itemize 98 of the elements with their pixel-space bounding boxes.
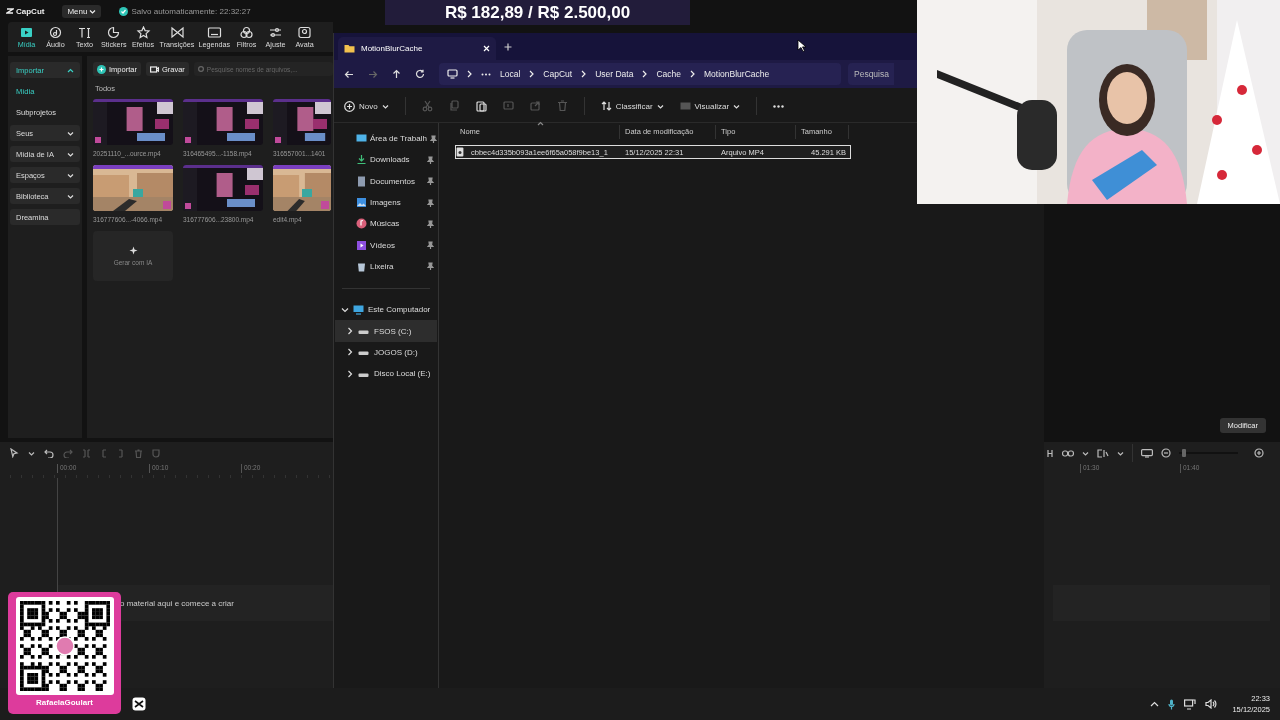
breadcrumb[interactable]: User Data [595,69,634,79]
caret-icon [733,103,741,109]
sort-button[interactable]: Classificar [600,101,664,111]
autosave-status: Salvo automaticamente: 22:32:27 [131,6,251,16]
address-bar[interactable]: Local CapCut User Data Cache MotionBlurCache [439,63,841,85]
image-icon [356,197,367,209]
view-button[interactable]: Visualizar [679,101,741,111]
sort-caret-icon [537,121,544,126]
tree-item[interactable]: Este Computador [334,299,438,321]
avatar-icon [297,25,313,39]
tree-item[interactable]: JOGOS (D:) [335,341,437,363]
channel-handle: RafaelaGoulart [36,698,93,707]
sticker-icon [106,25,122,39]
document-icon [356,175,367,187]
chevron-up-icon[interactable] [1150,701,1160,707]
explorer-tab[interactable]: MotionBlurCache [338,37,496,60]
filter-icon [239,25,255,39]
caret-icon [1082,450,1089,456]
sparkle-icon [128,246,138,255]
refresh-icon[interactable] [415,69,425,79]
breadcrumb[interactable]: CapCut [543,69,573,79]
sliders-icon [268,25,284,39]
captions-icon [206,25,222,39]
new-button[interactable]: Novo [344,100,389,112]
breadcrumb[interactable]: Cache [656,69,681,79]
back-icon[interactable] [344,69,354,79]
goal-banner: R$ 182,89 / R$ 2.500,00 [385,0,690,25]
nav-item[interactable]: Vídeos [334,234,438,256]
plus-icon [97,64,106,74]
split-icon[interactable] [1046,448,1054,458]
caret-icon [656,103,664,109]
network-icon[interactable] [1184,698,1197,710]
camera-icon [149,65,159,73]
nav-item[interactable]: Lixeira [334,255,438,278]
plus-circle-icon [344,100,355,112]
cursor-icon [797,39,806,52]
monitor-icon [353,304,364,315]
view-icon [679,102,691,110]
search-icon [197,66,204,72]
nav-item[interactable]: Downloads [334,149,438,171]
chevron-icon [529,70,535,78]
media-icon [19,25,34,39]
text-icon [77,25,92,39]
menu-button[interactable]: Menu [62,4,102,18]
sparkle-icon [135,25,151,39]
caret-icon[interactable] [28,450,35,456]
up-icon[interactable] [392,69,401,79]
close-icon[interactable] [483,45,490,52]
chevron-icon[interactable] [347,348,353,357]
caret-icon [1117,450,1124,456]
bowtie-icon [169,25,185,39]
breadcrumb[interactable]: MotionBlurCache [704,69,770,79]
video-file-icon [456,147,464,157]
computer-icon [447,69,458,79]
chevron-icon[interactable] [341,306,349,313]
more-icon[interactable] [481,72,491,76]
desktop-icon [356,133,367,145]
logo-icon [6,7,14,15]
clip-icon[interactable] [1097,448,1109,458]
music-icon [356,218,367,230]
tree-item[interactable]: FSOS (C:) [335,320,437,342]
forward-icon[interactable] [368,69,378,79]
nav-item[interactable]: Imagens [334,191,438,214]
app-logo: CapCut [6,6,45,16]
chevron-icon [581,70,587,78]
clipboard-icon[interactable] [475,100,487,112]
chevron-icon [467,70,472,78]
caret-icon [381,103,389,109]
chevron-icon[interactable] [347,369,353,378]
audio-icon [48,25,63,39]
check-icon [119,6,129,16]
folder-icon [344,44,355,53]
chevron-icon [642,70,648,78]
sort-icon [600,101,612,111]
plus-icon[interactable] [504,42,512,51]
pointer-icon[interactable] [10,448,19,458]
chevron-icon[interactable] [347,327,353,335]
preview-icon[interactable] [1140,448,1153,458]
nav-item[interactable]: Documentos [334,170,438,192]
download-icon [356,154,367,166]
link-icon[interactable] [1062,449,1074,457]
slider-thumb[interactable] [1181,449,1186,457]
tree-item[interactable]: Disco Local (E:) [335,362,437,385]
zoom-out-icon[interactable] [1160,448,1171,458]
undo-icon[interactable] [44,448,54,458]
search-field[interactable]: Pesquisa [854,63,890,85]
search-box[interactable]: Pesquisa [848,63,894,85]
microphone-icon[interactable] [1168,698,1176,710]
volume-icon[interactable] [1205,699,1218,709]
video-icon [356,239,367,251]
chevron-icon [690,70,695,78]
more-icon[interactable] [773,104,785,108]
nav-item[interactable]: Área de Trabalh [334,128,438,150]
zoom-in-icon[interactable] [1254,448,1265,458]
nav-item[interactable]: Músicas [334,213,438,235]
breadcrumb[interactable]: Local [500,69,521,79]
caret-icon [89,8,97,14]
capcut-app-icon[interactable] [132,697,146,711]
